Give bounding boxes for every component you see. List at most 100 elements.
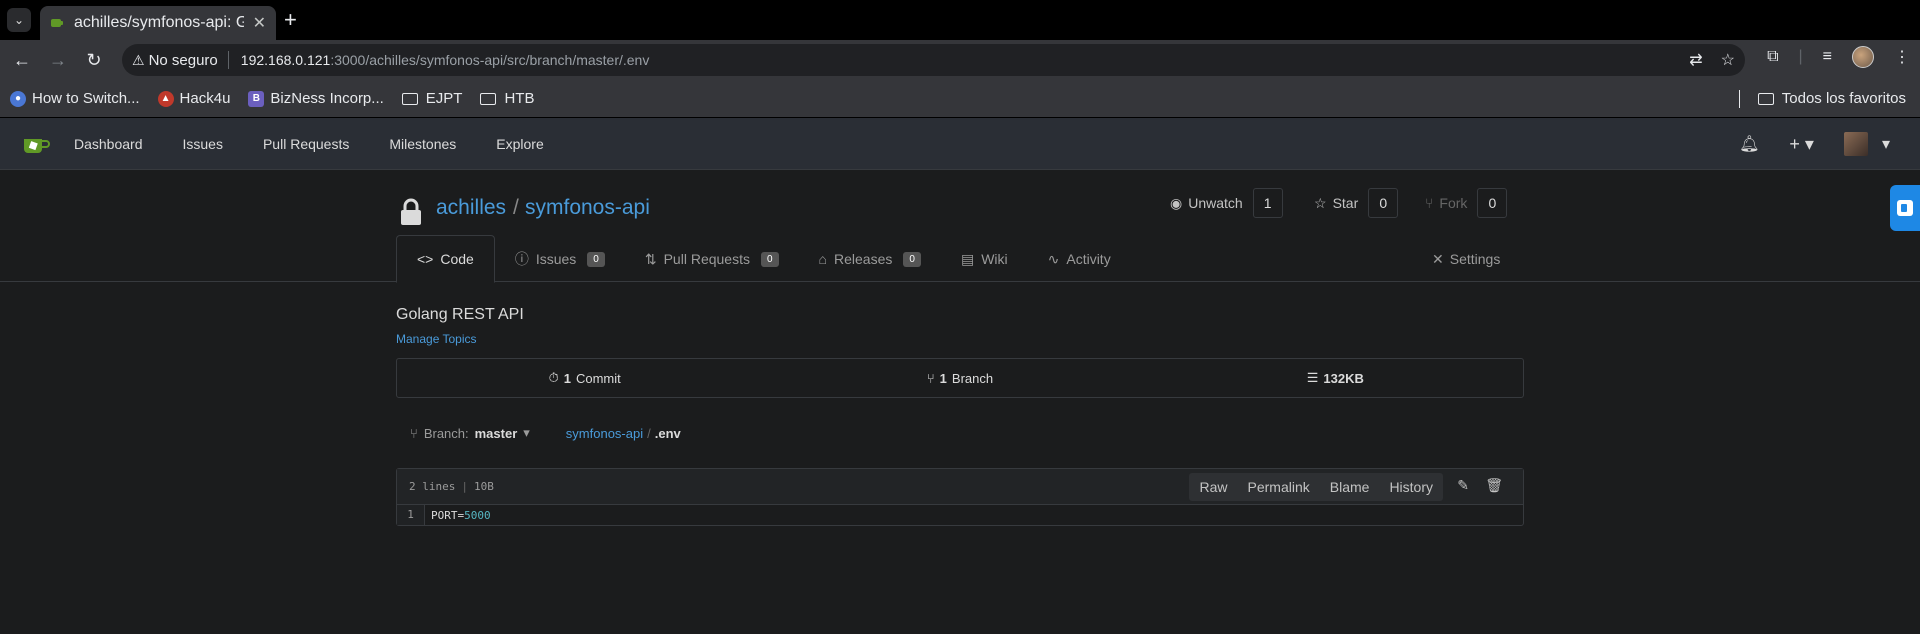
menu-icon[interactable]: ⋮ [1894,47,1910,67]
omnibox-divider [227,51,229,69]
fork-count[interactable]: 0 [1477,188,1508,218]
code-icon: <> [417,251,434,267]
repo-owner-link[interactable]: achilles [436,196,506,220]
fork-icon: ⑂ [1425,195,1434,211]
nav-pull-requests[interactable]: Pull Requests [263,136,349,152]
star-count[interactable]: 0 [1368,188,1399,218]
commits-label: Commit [575,370,621,386]
tab-title: achilles/symfonos-api: G [74,14,244,31]
nav-explore[interactable]: Explore [496,136,543,152]
tab-activity[interactable]: ∿ Activity [1028,235,1131,283]
issue-icon: ⓘ [514,251,529,267]
eye-icon: ◉ [1170,194,1183,211]
back-button[interactable]: ← [8,46,36,74]
repo-stats-bar: ⏱ 1 Commit ⑂ 1 Branch ☰ 132KB [396,358,1524,398]
nav-issues[interactable]: Issues [183,136,223,152]
raw-button[interactable]: Raw [1189,473,1237,501]
file-actions: Raw Permalink Blame History [1189,473,1443,501]
repo-size: 132KB [1323,370,1364,386]
folder-icon [401,92,418,105]
folder-icon [1757,92,1774,105]
translate-icon[interactable]: ⇄ [1689,50,1702,70]
manage-topics-link[interactable]: Manage Topics [396,332,1524,346]
avatar [1843,132,1868,156]
tab-issues[interactable]: ⓘ Issues 0 [495,235,625,283]
tab-code[interactable]: <> Code [396,235,495,283]
profile-avatar[interactable] [1852,46,1874,68]
bookmark-star-icon[interactable]: ☆ [1721,50,1735,70]
star-button[interactable]: ☆ Star [1304,195,1368,212]
bookmark-item[interactable]: ● How to Switch... [10,90,140,107]
book-icon: ▤ [960,250,975,267]
close-tab-icon[interactable]: ✕ [253,13,266,33]
delete-trash-icon[interactable]: 🗑︎ [1485,477,1503,494]
bookmarks-divider [1739,90,1740,108]
code-line: 1 PORT=5000 [397,505,1523,525]
media-controls-icon[interactable]: ≡ [1823,48,1832,66]
navbar-right: 🔔︎ + ▾ ▾ [1739,132,1890,156]
blame-button[interactable]: Blame [1320,473,1380,501]
commits-stat[interactable]: ⏱ 1 Commit [397,370,772,386]
git-branch-icon: ⑂ [410,425,418,441]
nav-milestones[interactable]: Milestones [389,136,456,152]
breadcrumb: symfonos-api / .env [566,426,681,441]
watch-group: ◉ Unwatch 1 [1160,188,1283,218]
bookmark-label: Hack4u [179,90,231,107]
code-key: PORT= [431,508,465,522]
bookmark-item[interactable]: ▲ Hack4u [157,90,231,107]
line-number[interactable]: 1 [397,505,425,525]
path-row: ⑂ Branch: master ▾ symfonos-api / .env [396,416,1524,450]
bookmark-folder[interactable]: HTB [480,90,534,107]
browser-tab[interactable]: achilles/symfonos-api: G ✕ [40,6,276,40]
create-new-menu[interactable]: + ▾ [1789,134,1814,155]
side-extension-widget[interactable] [1890,185,1920,231]
watch-count[interactable]: 1 [1252,188,1283,218]
new-tab-button[interactable]: + [284,8,297,32]
notifications-bell-icon[interactable]: 🔔︎ [1739,134,1759,154]
address-bar[interactable]: ⚠ No seguro 192.168.0.121 :3000/achilles… [122,44,1745,76]
tools-icon: ✕ [1432,250,1444,267]
toolbar-right: ⧉ | ≡ ⋮ [1767,46,1910,68]
extension-icon [1897,200,1913,216]
forward-button[interactable]: → [44,46,72,74]
gitea-logo-icon[interactable] [22,133,50,155]
pulse-icon: ∿ [1047,250,1060,267]
security-label[interactable]: No seguro [149,52,218,69]
star-icon: ☆ [1314,194,1327,211]
repo-content: Golang REST API Manage Topics ⏱ 1 Commit… [396,306,1524,526]
all-bookmarks[interactable]: Todos los favoritos [1757,90,1906,107]
repo-name-link[interactable]: symfonos-api [525,196,650,220]
folder-icon [480,92,497,105]
tab-pull-requests[interactable]: ⇅ Pull Requests 0 [625,235,799,283]
tab-wiki[interactable]: ▤ Wiki [941,235,1028,283]
user-menu[interactable]: ▾ [1843,132,1890,156]
reload-button[interactable]: ↻ [80,46,108,74]
permalink-button[interactable]: Permalink [1238,473,1320,501]
tab-search-button[interactable]: ⌄ [7,8,31,32]
bookmark-folder[interactable]: EJPT [401,90,462,107]
edit-pencil-icon[interactable]: ✎ [1457,477,1469,494]
url-path: :3000/achilles/symfonos-api/src/branch/m… [330,52,650,68]
history-button[interactable]: History [1379,473,1443,501]
breadcrumb-file: .env [654,425,681,441]
size-stat: ☰ 132KB [1148,370,1523,386]
database-icon: ☰ [1306,370,1319,385]
tab-pulls-label: Pull Requests [663,251,750,267]
fork-button[interactable]: ⑂ Fork [1415,195,1477,211]
tab-settings-label: Settings [1449,251,1501,267]
branches-stat[interactable]: ⑂ 1 Branch [772,371,1147,386]
all-bookmarks-label: Todos los favoritos [1781,90,1906,107]
extensions-icon[interactable]: ⧉ [1767,48,1778,66]
bookmark-label: HTB [504,90,535,107]
unwatch-button[interactable]: ◉ Unwatch [1160,195,1253,212]
b-favicon-icon: B [248,90,265,107]
code-content: PORT=5000 [425,509,491,522]
bookmark-label: BizNess Incorp... [270,90,384,107]
branches-count: 1 [939,370,947,386]
breadcrumb-repo-link[interactable]: symfonos-api [566,426,643,441]
tab-settings[interactable]: ✕ Settings [1432,235,1500,283]
tab-releases[interactable]: ⌂ Releases 0 [799,235,941,283]
branch-dropdown[interactable]: ⑂ Branch: master ▾ [410,425,530,441]
nav-dashboard[interactable]: Dashboard [74,136,143,152]
bookmark-item[interactable]: B BizNess Incorp... [248,90,384,107]
